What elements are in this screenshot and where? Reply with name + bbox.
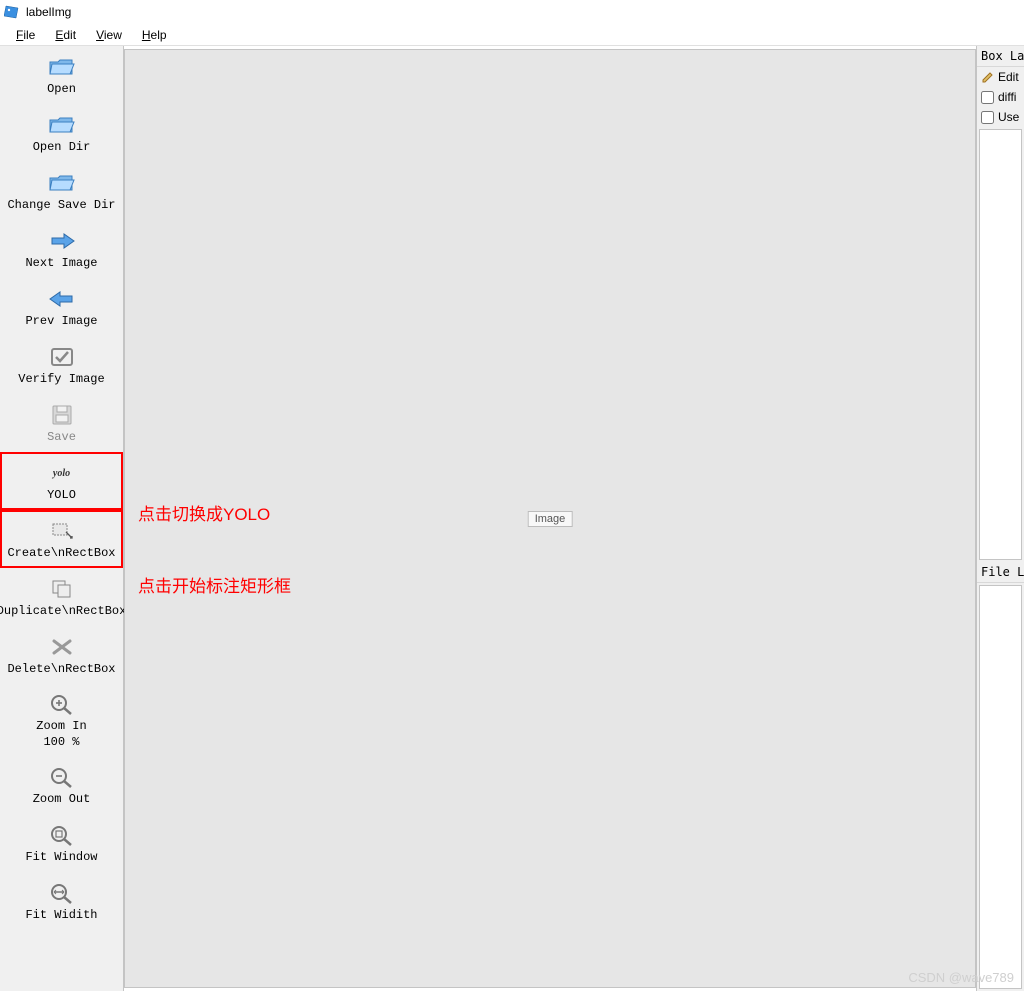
duplicate-icon xyxy=(48,578,76,600)
menu-help[interactable]: Help xyxy=(132,26,177,44)
fit-width-label: Fit Widith xyxy=(25,908,97,922)
menu-bar: File Edit View Help xyxy=(0,24,1024,46)
title-bar: labelImg xyxy=(0,0,1024,24)
pencil-icon xyxy=(981,70,995,84)
arrow-right-icon xyxy=(48,230,76,252)
verify-image-button[interactable]: Verify Image xyxy=(0,336,123,394)
next-image-label: Next Image xyxy=(25,256,97,270)
verify-image-label: Verify Image xyxy=(18,372,104,386)
create-rectbox-label: Create\nRectBox xyxy=(7,546,115,560)
folder-open-icon xyxy=(48,56,76,78)
open-button[interactable]: Open xyxy=(0,46,123,104)
difficult-checkbox-row[interactable]: diffi xyxy=(977,87,1024,107)
box-labels-header: Box Labe xyxy=(977,46,1024,67)
difficult-checkbox[interactable] xyxy=(981,91,994,104)
menu-file[interactable]: File xyxy=(6,26,45,44)
arrow-left-icon xyxy=(48,288,76,310)
right-panel: Box Labe Edit diffi Use File Lis xyxy=(976,46,1024,991)
save-label: Save xyxy=(47,430,76,444)
use-default-checkbox[interactable] xyxy=(981,111,994,124)
prev-image-label: Prev Image xyxy=(25,314,97,328)
left-toolbar: Open Open Dir Change Save Dir Next Image xyxy=(0,46,124,991)
zoom-out-label: Zoom Out xyxy=(33,792,91,806)
zoom-in-button[interactable]: Zoom In 100 % xyxy=(0,684,123,756)
change-save-dir-label: Change Save Dir xyxy=(7,198,115,212)
open-label: Open xyxy=(47,82,76,96)
use-default-checkbox-row[interactable]: Use xyxy=(977,107,1024,127)
zoom-level: 100 % xyxy=(43,735,79,749)
prev-image-button[interactable]: Prev Image xyxy=(0,278,123,336)
save-button[interactable]: Save xyxy=(0,394,123,452)
delete-icon xyxy=(48,636,76,658)
fit-width-icon xyxy=(48,882,76,904)
edit-label-button[interactable]: Edit xyxy=(977,67,1024,87)
yolo-format-icon: yolo xyxy=(48,462,76,484)
duplicate-rectbox-button[interactable]: Duplicate\nRectBox xyxy=(0,568,123,626)
use-default-label: Use xyxy=(998,110,1019,124)
app-icon xyxy=(4,4,20,20)
duplicate-rectbox-label: Duplicate\nRectBox xyxy=(0,604,126,618)
create-rect-icon xyxy=(48,520,76,542)
annotation-rect: 点击开始标注矩形框 xyxy=(138,572,291,597)
annotation-yolo: 点击切换成YOLO xyxy=(138,500,270,525)
file-list[interactable] xyxy=(979,585,1022,989)
create-rectbox-button[interactable]: Create\nRectBox xyxy=(0,510,123,568)
canvas-placeholder: Image xyxy=(528,511,573,527)
open-dir-label: Open Dir xyxy=(33,140,91,154)
menu-view[interactable]: View xyxy=(86,26,132,44)
folder-save-icon xyxy=(48,172,76,194)
format-toggle-button[interactable]: yolo YOLO xyxy=(0,452,123,510)
delete-rectbox-button[interactable]: Delete\nRectBox xyxy=(0,626,123,684)
fit-window-label: Fit Window xyxy=(25,850,97,864)
fit-window-icon xyxy=(48,824,76,846)
menu-edit[interactable]: Edit xyxy=(45,26,86,44)
save-icon xyxy=(48,404,76,426)
fit-window-button[interactable]: Fit Window xyxy=(0,814,123,872)
zoom-out-icon xyxy=(48,766,76,788)
zoom-in-icon xyxy=(48,693,76,715)
folder-icon xyxy=(48,114,76,136)
open-dir-button[interactable]: Open Dir xyxy=(0,104,123,162)
window-title: labelImg xyxy=(26,5,71,19)
next-image-button[interactable]: Next Image xyxy=(0,220,123,278)
fit-width-button[interactable]: Fit Widith xyxy=(0,872,123,930)
labels-list[interactable] xyxy=(979,129,1022,560)
file-list-header: File Lis xyxy=(977,562,1024,583)
verify-icon xyxy=(48,346,76,368)
watermark: CSDN @wave789 xyxy=(908,970,1014,985)
format-label: YOLO xyxy=(47,488,76,502)
zoom-out-button[interactable]: Zoom Out xyxy=(0,756,123,814)
difficult-label: diffi xyxy=(998,90,1016,104)
zoom-in-label: Zoom In xyxy=(36,719,86,733)
change-save-dir-button[interactable]: Change Save Dir xyxy=(0,162,123,220)
delete-rectbox-label: Delete\nRectBox xyxy=(7,662,115,676)
